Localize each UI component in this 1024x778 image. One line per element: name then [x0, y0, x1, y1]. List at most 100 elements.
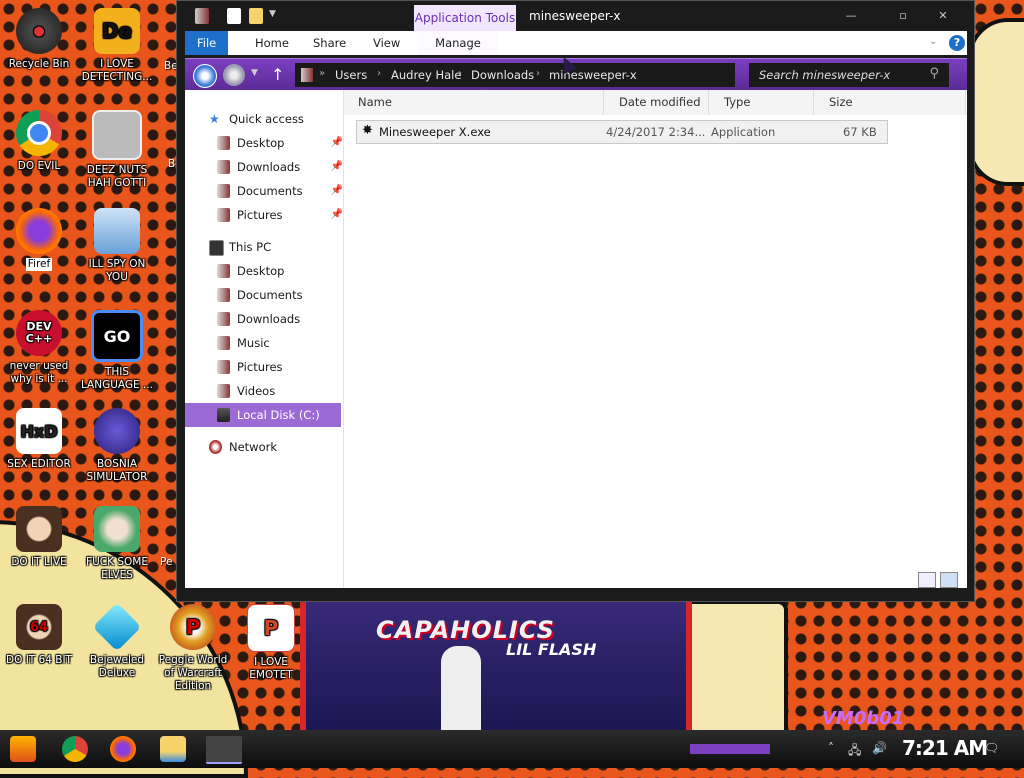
pin-icon[interactable]: 📌 [331, 156, 343, 178]
documents-folder-icon [217, 288, 230, 302]
devcpp-icon: DEV C++ [16, 310, 62, 356]
partial-icon-label-3: Pe [160, 556, 173, 568]
nav-quick-downloads[interactable]: Downloads 📌 [217, 156, 343, 178]
close-button[interactable]: ✕ [927, 5, 959, 27]
desktop-folder-icon [217, 136, 230, 150]
portrait-icon [16, 506, 62, 552]
column-name[interactable]: Name [344, 90, 604, 115]
taskbar: ˄ 🖧 🔊 7:21 AM 🗨 [0, 730, 1024, 768]
crumb-user[interactable]: Audrey Hale [391, 68, 461, 82]
clock[interactable]: 7:21 AM [902, 736, 988, 760]
crumb-users[interactable]: Users [335, 68, 367, 82]
desktop-icon-deez-nuts[interactable]: DEEZ NUTS HAH GOTTI [80, 110, 154, 190]
tab-home[interactable]: Home [243, 31, 301, 55]
search-icon: ⚲ [929, 66, 939, 81]
crumb-downloads[interactable]: Downloads [471, 68, 534, 82]
application-tools-context: Application Tools [414, 5, 516, 31]
title-bar[interactable]: ▼ Application Tools minesweeper-x — ▫ ✕ [177, 1, 974, 31]
chevron-up-icon[interactable]: ˄ [828, 741, 842, 755]
column-size[interactable]: Size [814, 90, 966, 115]
desktop-icon-do-evil[interactable]: DO EVIL [2, 110, 76, 173]
explorer-window[interactable]: ▼ Application Tools minesweeper-x — ▫ ✕ … [176, 0, 975, 602]
computer-icon [209, 240, 224, 256]
crumb-separator-icon[interactable]: › [377, 68, 381, 79]
chrome-icon [16, 110, 62, 156]
crumb-separator-icon[interactable]: › [458, 68, 462, 79]
tab-view[interactable]: View [361, 31, 412, 55]
forward-button[interactable] [223, 64, 245, 86]
maximize-button[interactable]: ▫ [887, 5, 919, 27]
details-view-button[interactable] [918, 572, 936, 588]
qat-dropdown-icon[interactable]: ▼ [269, 9, 276, 19]
crumb-separator-icon[interactable]: » [319, 68, 325, 79]
firefox-taskbar-icon[interactable] [110, 736, 136, 762]
help-icon[interactable]: ? [949, 35, 965, 51]
desktop-icon-devcpp[interactable]: DEV C++ never used why is it ... [2, 310, 76, 386]
recycle-bin-icon: ● [16, 8, 62, 54]
desktop-icon-bejeweled[interactable]: Bejeweled Deluxe [80, 602, 154, 680]
wallpaper-cream-topright [968, 18, 1024, 186]
desktop-icon-goland[interactable]: GO THIS LANGUAGE ... [80, 310, 154, 392]
column-type[interactable]: Type [709, 90, 814, 115]
file-row[interactable]: ✸ Minesweeper X.exe 4/24/2017 2:34... Ap… [356, 120, 888, 144]
breadcrumb[interactable]: » Users › Audrey Hale › Downloads › mine… [295, 63, 735, 87]
desktop-icon-64bit[interactable]: 64 DO IT 64 BIT [2, 604, 76, 667]
chrome-taskbar-icon[interactable] [62, 736, 88, 762]
portrait-64-icon: 64 [16, 604, 62, 650]
folder-app-icon[interactable] [195, 8, 209, 24]
desktop-folder-icon [217, 264, 230, 278]
nav-quick-desktop[interactable]: Desktop 📌 [217, 132, 343, 154]
pin-icon[interactable]: 📌 [331, 132, 343, 154]
navigation-pane: ★ Quick access Desktop 📌 Downloads 📌 Doc… [185, 90, 344, 588]
search-placeholder: Search minesweeper-x [759, 68, 891, 82]
recent-dropdown-icon[interactable]: ▼ [251, 68, 258, 78]
minimize-button[interactable]: — [835, 5, 867, 27]
crumb-separator-icon[interactable]: › [536, 68, 540, 79]
tab-manage[interactable]: Manage [419, 31, 497, 55]
pin-icon[interactable]: 📌 [331, 204, 343, 226]
desktop-icon-elves[interactable]: FUCK SOME ELVES [80, 506, 154, 582]
desktop-icon-emotet[interactable]: P I LOVE EMOTET [234, 604, 308, 682]
tab-file[interactable]: File [185, 31, 229, 55]
new-folder-icon[interactable] [249, 8, 263, 24]
wallpaper-album-art: CAPAHOLICS LIL FLASH [300, 596, 692, 736]
desktop-icon-bosnia[interactable]: BOSNIA SIMULATOR [80, 408, 154, 484]
desktop-icon-do-it-live[interactable]: DO IT LIVE [2, 506, 76, 569]
ribbon-expand-icon[interactable]: ⌄ [929, 36, 937, 47]
desktop-icon-firefox[interactable]: Firef [2, 208, 76, 271]
file-explorer-taskbar-icon[interactable] [160, 736, 186, 762]
nav-quick-documents[interactable]: Documents 📌 [217, 180, 343, 202]
spiked-mine-icon [94, 408, 140, 454]
large-icons-view-button[interactable] [940, 572, 958, 588]
desktop-icon-hxd[interactable]: HxD SEX EDITOR [2, 408, 76, 471]
desktop-icon-peggle[interactable]: P Peggle World of Warcraft Edition [156, 604, 230, 693]
pictures-folder-icon [217, 360, 230, 374]
goland-icon: GO [91, 310, 143, 362]
hxd-icon: HxD [16, 408, 62, 454]
notifications-icon[interactable]: 🗨 [984, 741, 999, 755]
videos-folder-icon [217, 384, 230, 398]
file-type: Application [711, 125, 776, 139]
desktop-icon-spy[interactable]: ILL SPY ON YOU [80, 208, 154, 284]
properties-icon[interactable] [227, 8, 241, 24]
column-date-modified[interactable]: Date modified [604, 90, 709, 115]
search-input[interactable]: Search minesweeper-x ⚲ [749, 63, 949, 87]
desktop-icon-recycle-bin[interactable]: ● Recycle Bin [2, 8, 76, 71]
back-button[interactable] [193, 64, 217, 88]
desktop-icon-detecting[interactable]: De I LOVE DETECTING... [80, 8, 154, 84]
taskbar-purple-bar [690, 744, 770, 754]
address-bar: ▼ ↑ » Users › Audrey Hale › Downloads › … [185, 58, 967, 91]
minesweeper-taskbar-icon[interactable] [206, 736, 242, 764]
pin-icon[interactable]: 📌 [331, 180, 343, 202]
vm-watermark: VM0b01 [822, 708, 905, 729]
network-tray-icon[interactable]: 🖧 [848, 741, 862, 757]
volume-icon[interactable]: 🔊 [872, 741, 887, 755]
peggle-icon: P [170, 604, 216, 650]
nav-quick-pictures[interactable]: Pictures 📌 [217, 204, 343, 226]
up-button[interactable]: ↑ [271, 65, 284, 84]
tab-share[interactable]: Share [301, 31, 358, 55]
powerpoint-icon: P [247, 604, 295, 652]
album-figure [441, 646, 481, 736]
start-button[interactable] [10, 736, 36, 762]
wallpaper-cream-right [680, 600, 788, 748]
